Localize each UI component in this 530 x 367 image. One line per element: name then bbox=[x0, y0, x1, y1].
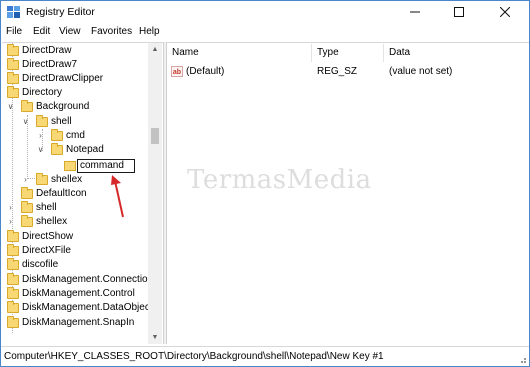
tree-item-label: DiskManagement.DataObject bbox=[22, 302, 153, 313]
tree-item-label: DiskManagement.SnapIn bbox=[22, 317, 135, 328]
resize-grip-icon[interactable] bbox=[517, 354, 527, 364]
folder-icon bbox=[7, 301, 19, 313]
tree-item-diskmanagement-control[interactable]: DiskManagement.Control bbox=[2, 287, 148, 301]
menu-help[interactable]: Help bbox=[139, 26, 160, 37]
menu-bar: File Edit View Favorites Help bbox=[1, 23, 529, 41]
tree-item-label: discofile bbox=[22, 259, 59, 270]
tree-item-label: DirectDraw bbox=[22, 45, 72, 56]
rename-key-input[interactable]: command bbox=[77, 159, 135, 173]
tree-item-shell[interactable]: ∨ shell bbox=[2, 115, 148, 129]
tree-item-discofile[interactable]: discofile bbox=[2, 258, 148, 272]
rename-key-value: command bbox=[80, 160, 124, 171]
folder-icon bbox=[7, 58, 19, 70]
tree-item-directxfile[interactable]: DirectXFile bbox=[2, 244, 148, 258]
folder-icon bbox=[21, 100, 33, 112]
folder-icon bbox=[21, 187, 33, 199]
tree-item-label: DirectDraw7 bbox=[22, 59, 78, 70]
tree-item-label: shellex bbox=[51, 174, 83, 185]
tree-item-diskmanagement-snapin[interactable]: DiskManagement.SnapIn bbox=[2, 316, 148, 330]
tree-item-label: DirectDrawClipper bbox=[22, 73, 104, 84]
folder-icon bbox=[51, 129, 63, 141]
tree-item-background[interactable]: ∨ Background bbox=[2, 100, 148, 114]
tree-item-label: DirectShow bbox=[22, 231, 74, 242]
scroll-down-icon[interactable]: ▼ bbox=[148, 331, 162, 344]
registry-tree-pane[interactable]: DirectDraw DirectDraw7 DirectDrawClipper… bbox=[2, 42, 163, 344]
tree-item-label: DirectXFile bbox=[22, 245, 71, 256]
list-row-default[interactable]: ab (Default) REG_SZ (value not set) bbox=[167, 65, 529, 79]
tree-item-diskmanagement-connection[interactable]: DiskManagement.Connection bbox=[2, 273, 153, 287]
chevron-right-icon[interactable]: › bbox=[6, 201, 15, 215]
folder-icon bbox=[7, 287, 19, 299]
folder-icon bbox=[21, 215, 33, 227]
tree-item-label: DiskManagement.Connection bbox=[22, 274, 154, 285]
menu-favorites[interactable]: Favorites bbox=[91, 26, 132, 37]
status-path: Computer\HKEY_CLASSES_ROOT\Directory\Bac… bbox=[4, 351, 384, 362]
chevron-down-icon[interactable]: ∨ bbox=[21, 115, 30, 129]
value-data: (value not set) bbox=[389, 66, 453, 77]
tree-item-label: Notepad bbox=[66, 144, 104, 155]
folder-icon bbox=[51, 143, 63, 155]
column-header-name[interactable]: Name bbox=[167, 44, 312, 62]
tree-item-label: shell bbox=[36, 202, 57, 213]
tree-item-directdraw7[interactable]: DirectDraw7 bbox=[2, 58, 148, 72]
column-header-type[interactable]: Type bbox=[312, 44, 384, 62]
watermark-text: TermasMedia bbox=[187, 165, 372, 195]
folder-icon bbox=[7, 258, 19, 270]
folder-icon bbox=[36, 173, 48, 185]
folder-icon bbox=[7, 86, 19, 98]
tree-item-directdrawclipper[interactable]: DirectDrawClipper bbox=[2, 72, 148, 86]
title-bar: Registry Editor bbox=[1, 1, 529, 23]
close-button[interactable] bbox=[483, 1, 527, 23]
tree-item-label: Directory bbox=[22, 87, 63, 98]
folder-icon bbox=[7, 44, 19, 56]
value-type: REG_SZ bbox=[317, 66, 358, 77]
registry-editor-window: Registry Editor File Edit View Favorites… bbox=[0, 0, 530, 367]
scroll-up-icon[interactable]: ▲ bbox=[148, 43, 162, 57]
value-name: (Default) bbox=[186, 66, 225, 77]
tree-item-directdraw[interactable]: DirectDraw bbox=[2, 44, 148, 58]
tree-item-notepad[interactable]: ∨ Notepad bbox=[2, 143, 148, 157]
folder-icon bbox=[7, 273, 19, 285]
string-value-icon: ab bbox=[171, 66, 183, 77]
tree-vertical-scrollbar[interactable]: ▲ ▼ bbox=[148, 43, 162, 344]
folder-icon bbox=[7, 316, 19, 328]
folder-icon bbox=[64, 161, 76, 171]
window-title: Registry Editor bbox=[26, 6, 95, 18]
minimize-icon bbox=[410, 11, 420, 13]
tree-item-label: cmd bbox=[66, 130, 85, 141]
red-arrow-annotation-icon bbox=[111, 175, 124, 218]
tree-item-label: Background bbox=[36, 101, 90, 112]
maximize-icon bbox=[454, 7, 464, 18]
tree-item-label: shell bbox=[51, 116, 72, 127]
tree-item-label: DefaultIcon bbox=[36, 188, 87, 199]
folder-icon bbox=[36, 115, 48, 127]
column-header-data[interactable]: Data bbox=[384, 44, 529, 62]
menu-file[interactable]: File bbox=[6, 26, 22, 37]
chevron-down-icon[interactable]: ∨ bbox=[36, 143, 45, 157]
registry-editor-app-icon bbox=[7, 6, 20, 18]
close-icon bbox=[499, 6, 511, 18]
chevron-right-icon[interactable]: › bbox=[6, 215, 15, 229]
tree-item-diskmanagement-dataobject[interactable]: DiskManagement.DataObject bbox=[2, 301, 153, 315]
chevron-right-icon[interactable]: › bbox=[36, 129, 45, 143]
chevron-right-icon[interactable]: › bbox=[21, 173, 30, 187]
menu-edit[interactable]: Edit bbox=[33, 26, 50, 37]
scrollbar-thumb[interactable] bbox=[151, 128, 159, 144]
maximize-button[interactable] bbox=[437, 1, 481, 23]
minimize-button[interactable] bbox=[393, 1, 437, 23]
chevron-down-icon[interactable]: ∨ bbox=[6, 100, 15, 114]
tree-item-label: DiskManagement.Control bbox=[22, 288, 135, 299]
menu-view[interactable]: View bbox=[59, 26, 81, 37]
folder-icon bbox=[7, 244, 19, 256]
folder-icon bbox=[7, 72, 19, 84]
tree-item-label: shellex bbox=[36, 216, 68, 227]
tree-item-cmd[interactable]: › cmd bbox=[2, 129, 148, 143]
tree-item-directory[interactable]: Directory bbox=[2, 86, 148, 100]
folder-icon bbox=[21, 201, 33, 213]
status-bar: Computer\HKEY_CLASSES_ROOT\Directory\Bac… bbox=[1, 346, 529, 366]
tree-item-directshow[interactable]: DirectShow bbox=[2, 230, 148, 244]
folder-icon bbox=[7, 230, 19, 242]
